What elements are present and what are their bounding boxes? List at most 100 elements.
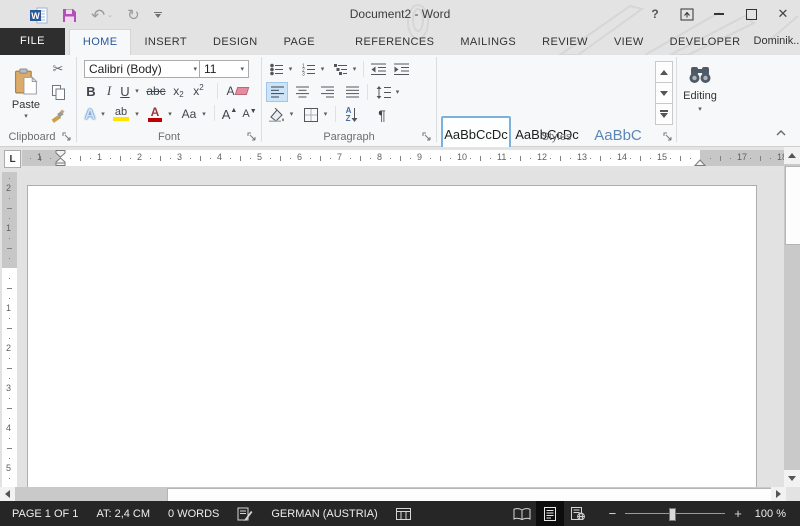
subscript-button[interactable]: x2 [170,82,187,100]
language-indicator[interactable]: GERMAN (AUSTRIA) [262,508,386,520]
redo-icon[interactable]: ↻ [127,8,140,23]
horizontal-scrollbar[interactable] [0,487,800,501]
proofing-status-icon[interactable] [228,507,262,521]
minimize-icon[interactable] [708,4,730,24]
scroll-left-button[interactable] [0,487,15,501]
document-area[interactable] [0,170,784,487]
shrink-font-button[interactable]: A▼ [240,104,259,124]
styles-scroll-down[interactable] [655,82,673,104]
save-icon[interactable] [62,8,77,23]
highlight-dropdown-icon[interactable]: ▾ [132,104,142,124]
page-indicator[interactable]: PAGE 1 OF 1 [0,508,87,520]
word-count[interactable]: 0 WORDS [159,508,228,520]
undo-dropdown-icon[interactable]: ⌄ [107,12,113,19]
font-name-select[interactable]: Calibri (Body)▾ [84,60,202,78]
scroll-right-button[interactable] [771,487,786,501]
increase-indent-button[interactable] [391,60,411,78]
zoom-slider[interactable] [625,513,725,514]
multilevel-list-button[interactable] [332,60,350,78]
decrease-indent-button[interactable] [368,60,388,78]
change-case-dropdown-icon[interactable]: ▾ [199,104,209,124]
tab-file[interactable]: FILE [0,28,65,55]
scroll-up-button[interactable] [784,147,800,164]
clipboard-dialog-launcher[interactable] [62,132,72,142]
tab-stop-selector[interactable]: L [4,150,21,168]
font-size-select[interactable]: 11▾ [199,60,249,78]
tab-developer[interactable]: DEVELOPER [657,29,754,55]
font-color-button[interactable]: A [146,104,164,124]
line-spacing-button[interactable] [373,83,393,101]
font-color-dropdown-icon[interactable]: ▾ [165,104,175,124]
ribbon-display-options-icon[interactable] [676,4,698,24]
italic-button[interactable]: I [102,82,116,100]
paragraph-dialog-launcher[interactable] [422,132,432,142]
read-mode-button[interactable] [508,501,536,526]
grow-font-button[interactable]: A▲ [220,104,239,124]
help-icon[interactable]: ? [644,4,666,24]
zoom-in-button[interactable]: + [731,506,745,521]
tab-review[interactable]: REVIEW [529,29,601,55]
tab-references[interactable]: REFERENCES [342,29,447,55]
horizontal-scroll-thumb[interactable] [167,488,772,502]
styles-dialog-launcher[interactable] [663,132,673,142]
tab-insert[interactable]: INSERT [131,29,200,55]
undo-icon[interactable]: ↶⌄ [91,7,113,24]
maximize-icon[interactable] [740,4,762,24]
superscript-button[interactable]: x2 [190,82,207,100]
align-right-button[interactable] [317,83,337,101]
text-effects-button[interactable]: A [82,104,98,124]
indent-markers[interactable] [55,150,66,166]
tab-mailings[interactable]: MAILINGS [447,29,529,55]
vertical-scrollbar[interactable] [784,147,800,487]
justify-button[interactable] [342,83,362,101]
bullets-dropdown-icon[interactable]: ▾ [286,60,295,78]
numbering-button[interactable]: 123 [300,60,318,78]
bold-button[interactable]: B [83,82,99,100]
highlight-color-button[interactable]: ab [111,104,131,124]
vertical-scroll-thumb[interactable] [785,166,800,245]
shading-dropdown-icon[interactable]: ▾ [287,105,296,124]
styles-more-button[interactable] [655,103,673,125]
font-dialog-launcher[interactable] [247,132,257,142]
macro-recording-icon[interactable] [387,508,420,520]
tab-home[interactable]: HOME [69,29,132,55]
change-case-button[interactable]: Aa [179,104,199,124]
styles-scroll-up[interactable] [655,61,673,83]
show-formatting-button[interactable]: ¶ [372,105,392,124]
copy-button[interactable] [48,83,68,101]
zoom-slider-thumb[interactable] [669,508,676,521]
format-painter-button[interactable] [48,106,68,124]
document-page[interactable] [27,185,757,488]
align-center-button[interactable] [292,83,312,101]
text-effects-dropdown-icon[interactable]: ▾ [98,104,108,124]
multilevel-dropdown-icon[interactable]: ▾ [350,60,359,78]
cut-button[interactable]: ✂ [48,60,68,78]
borders-dropdown-icon[interactable]: ▾ [321,105,330,124]
collapse-ribbon-button[interactable] [770,125,792,141]
user-account[interactable]: Dominik... ▾ [754,27,800,55]
editing-button[interactable]: Editing ▾ [680,58,720,120]
tab-view[interactable]: VIEW [601,29,657,55]
shading-button[interactable] [267,105,287,124]
zoom-out-button[interactable]: − [606,506,620,521]
zoom-level[interactable]: 100 % [745,508,800,520]
horizontal-ruler[interactable]: 11234567891011121314151718 [22,150,784,166]
print-layout-button[interactable] [536,501,564,526]
sort-button[interactable]: AZ [341,105,363,124]
paste-button[interactable]: Paste ▾ [8,59,44,129]
underline-button[interactable]: U [118,82,132,100]
strikethrough-button[interactable]: abc [145,82,167,100]
tab-design[interactable]: DESIGN [200,29,271,55]
qat-customize-icon[interactable] [154,12,162,18]
vertical-ruler[interactable]: 2112345 [2,172,17,487]
close-icon[interactable]: ✕ [772,4,794,24]
tab-page-layout[interactable]: PAGE LAYOUT [271,29,343,55]
web-layout-button[interactable] [564,501,592,526]
line-spacing-dropdown-icon[interactable]: ▾ [393,83,402,101]
right-indent-marker[interactable] [694,159,706,166]
borders-button[interactable] [301,105,321,124]
align-left-button[interactable] [267,83,287,101]
underline-dropdown-icon[interactable]: ▾ [132,82,142,100]
scroll-down-button[interactable] [784,470,800,487]
clear-formatting-button[interactable]: A [225,82,249,100]
